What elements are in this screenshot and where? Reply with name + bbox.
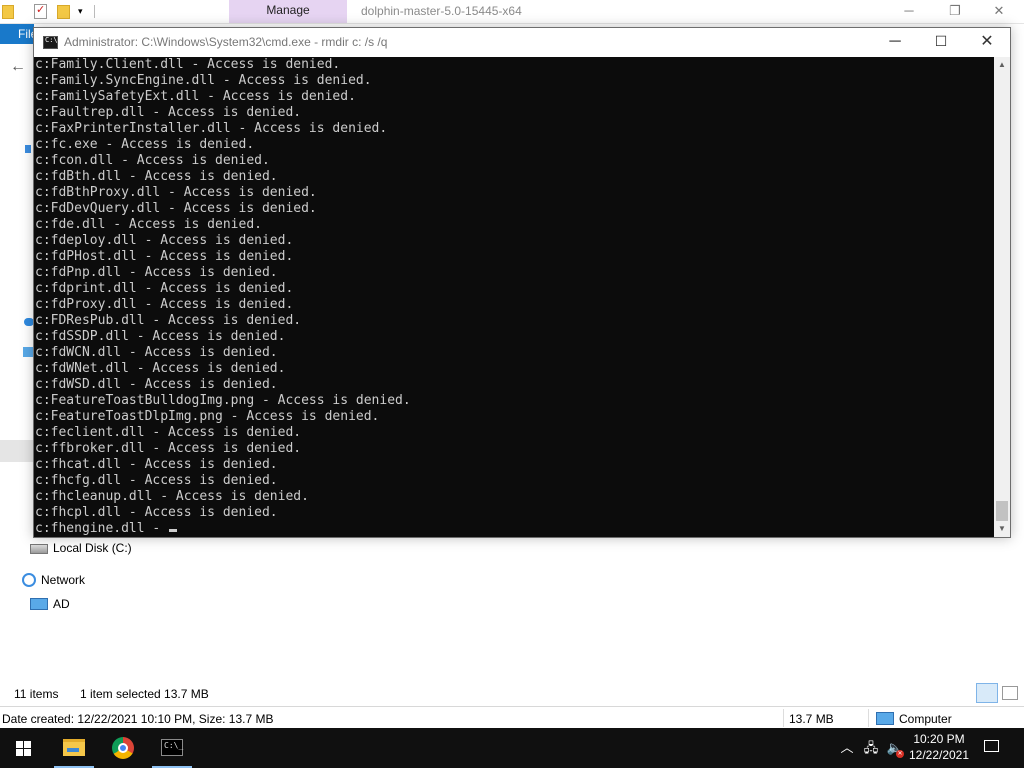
taskbar-chrome[interactable] [99, 728, 147, 768]
clock-date: 12/22/2021 [908, 748, 970, 762]
toolbar-divider [94, 5, 95, 18]
console-line: c:FDResPub.dll - Access is denied. [35, 313, 302, 328]
text-cursor [169, 529, 178, 532]
system-clock[interactable]: 10:20 PM 12/22/2021 [904, 731, 974, 763]
computer-icon [30, 597, 48, 610]
console-line: c:fdeploy.dll - Access is denied. [35, 233, 294, 248]
drive-icon [30, 543, 48, 554]
manage-tab[interactable]: Manage [229, 0, 347, 23]
details-view-button[interactable] [976, 683, 998, 703]
terminal-icon[interactable] [43, 36, 58, 49]
console-line: c:fde.dll - Access is denied. [35, 217, 262, 232]
console-line: c:FdDevQuery.dll - Access is denied. [35, 201, 317, 216]
location-computer: Computer [876, 711, 952, 726]
scrollbar-thumb[interactable] [996, 501, 1008, 521]
console-line: c:fhcat.dll - Access is denied. [35, 457, 278, 472]
explorer-titlebar: ▾ Manage dolphin-master-5.0-15445-x64 ─ … [0, 0, 1024, 24]
file-tab[interactable]: File [0, 24, 37, 44]
properties-icon[interactable] [34, 3, 47, 19]
console-line: c:fdBth.dll - Access is denied. [35, 169, 278, 184]
nav-item-label: Network [41, 572, 86, 587]
cmd-window[interactable]: Administrator: C:\Windows\System32\cmd.e… [33, 27, 1011, 538]
console-line: c:ffbroker.dll - Access is denied. [35, 441, 302, 456]
folder-icon[interactable] [2, 5, 14, 19]
taskbar: ︿ 🖧 🔈✕ 10:20 PM 12/22/2021 [0, 728, 1024, 768]
console-line: c:fdPHost.dll - Access is denied. [35, 249, 294, 264]
console-lines: c:Family.Client.dll - Access is denied. c… [34, 57, 994, 537]
volume-muted-icon[interactable]: 🔈 ✕ [885, 728, 905, 768]
explorer-minimize-button[interactable]: ─ [886, 0, 932, 23]
scroll-up-arrow-icon[interactable]: ▲ [994, 57, 1010, 73]
console-line: c:fdprint.dll - Access is denied. [35, 281, 294, 296]
item-count: 11 items [14, 687, 59, 701]
sidebar-fragment-icon [25, 145, 31, 153]
back-arrow-icon[interactable]: ← [10, 58, 26, 76]
console-line: c:fhcfg.dll - Access is denied. [35, 473, 278, 488]
explorer-window-title: dolphin-master-5.0-15445-x64 [361, 4, 522, 18]
folder-icon [63, 739, 85, 756]
console-output[interactable]: c:Family.Client.dll - Access is denied. c… [34, 57, 994, 537]
console-line: c:fdPnp.dll - Access is denied. [35, 265, 278, 280]
start-button[interactable] [0, 728, 48, 768]
console-line: c:fdProxy.dll - Access is denied. [35, 297, 294, 312]
minimize-button[interactable]: ─ [872, 28, 918, 57]
cmd-window-title: Administrator: C:\Windows\System32\cmd.e… [64, 35, 388, 49]
console-line: c:feclient.dll - Access is denied. [35, 425, 302, 440]
file-size-text: 13.7 MB [789, 712, 834, 726]
console-line: c:fcon.dll - Access is denied. [35, 153, 270, 168]
console-line: c:fdWSD.dll - Access is denied. [35, 377, 278, 392]
new-folder-icon[interactable] [57, 5, 70, 19]
divider [868, 709, 869, 727]
console-line: c:fdWNet.dll - Access is denied. [35, 361, 286, 376]
console-line: c:fdSSDP.dll - Access is denied. [35, 329, 286, 344]
this-pc-icon [23, 347, 33, 357]
file-details-text: Date created: 12/22/2021 10:10 PM, Size:… [2, 712, 274, 726]
notification-icon [984, 740, 999, 752]
console-line: c:fdWCN.dll - Access is denied. [35, 345, 278, 360]
network-icon[interactable]: 🖧 [861, 728, 881, 768]
nav-item-label: AD [53, 596, 70, 611]
console-line: c:fhcpl.dll - Access is denied. [35, 505, 278, 520]
console-line: c:fhengine.dll - [34, 521, 994, 537]
close-button[interactable]: ✕ [964, 28, 1010, 57]
details-bar: Date created: 12/22/2021 10:10 PM, Size:… [0, 706, 1024, 729]
nav-item-label: Local Disk (C:) [53, 540, 132, 555]
divider [783, 709, 784, 727]
taskbar-cmd[interactable] [148, 728, 196, 768]
nav-item-local-disk[interactable]: Local Disk (C:) [30, 539, 132, 555]
clock-time: 10:20 PM [913, 732, 965, 746]
nav-item-network[interactable]: Network [22, 571, 85, 587]
console-line: c:fdBthProxy.dll - Access is denied. [35, 185, 317, 200]
selected-nav-highlight [0, 440, 33, 462]
terminal-icon [161, 739, 183, 756]
console-line: c:Faultrep.dll - Access is denied. [35, 105, 302, 120]
console-line: c:fhcleanup.dll - Access is denied. [35, 489, 309, 504]
console-line: c:FaxPrinterInstaller.dll - Access is de… [35, 121, 388, 136]
location-label: Computer [899, 711, 952, 726]
explorer-close-button[interactable]: ✕ [976, 0, 1022, 23]
action-center-button[interactable] [980, 728, 1008, 768]
show-hidden-icons-chevron-icon[interactable]: ︿ [838, 728, 856, 768]
scroll-down-arrow-icon[interactable]: ▼ [994, 521, 1010, 537]
selection-info: 1 item selected 13.7 MB [80, 687, 209, 701]
console-line: c:FeatureToastDlpImg.png - Access is den… [35, 409, 380, 424]
quick-access-dropdown-icon[interactable]: ▾ [78, 6, 92, 20]
console-line: c:fc.exe - Access is denied. [35, 137, 255, 152]
taskbar-file-explorer[interactable] [50, 728, 98, 768]
explorer-status-bar: 11 items 1 item selected 13.7 MB [0, 684, 1024, 704]
cmd-titlebar[interactable]: Administrator: C:\Windows\System32\cmd.e… [34, 28, 1010, 57]
console-line: c:Family.Client.dll - Access is denied. [35, 57, 341, 72]
console-line: c:FamilySafetyExt.dll - Access is denied… [35, 89, 356, 104]
explorer-maximize-button[interactable]: ❐ [932, 0, 978, 23]
windows-logo-icon [16, 741, 32, 756]
console-line: c:FeatureToastBulldogImg.png - Access is… [35, 393, 411, 408]
nav-item-ad[interactable]: AD [30, 595, 70, 611]
console-scrollbar[interactable]: ▲ ▼ [994, 57, 1010, 537]
console-line: c:Family.SyncEngine.dll - Access is deni… [35, 73, 372, 88]
computer-icon [876, 712, 894, 726]
large-icons-view-button[interactable] [1002, 686, 1018, 700]
network-icon [22, 572, 36, 587]
chrome-icon [112, 737, 134, 759]
maximize-button[interactable]: ☐ [918, 28, 964, 57]
